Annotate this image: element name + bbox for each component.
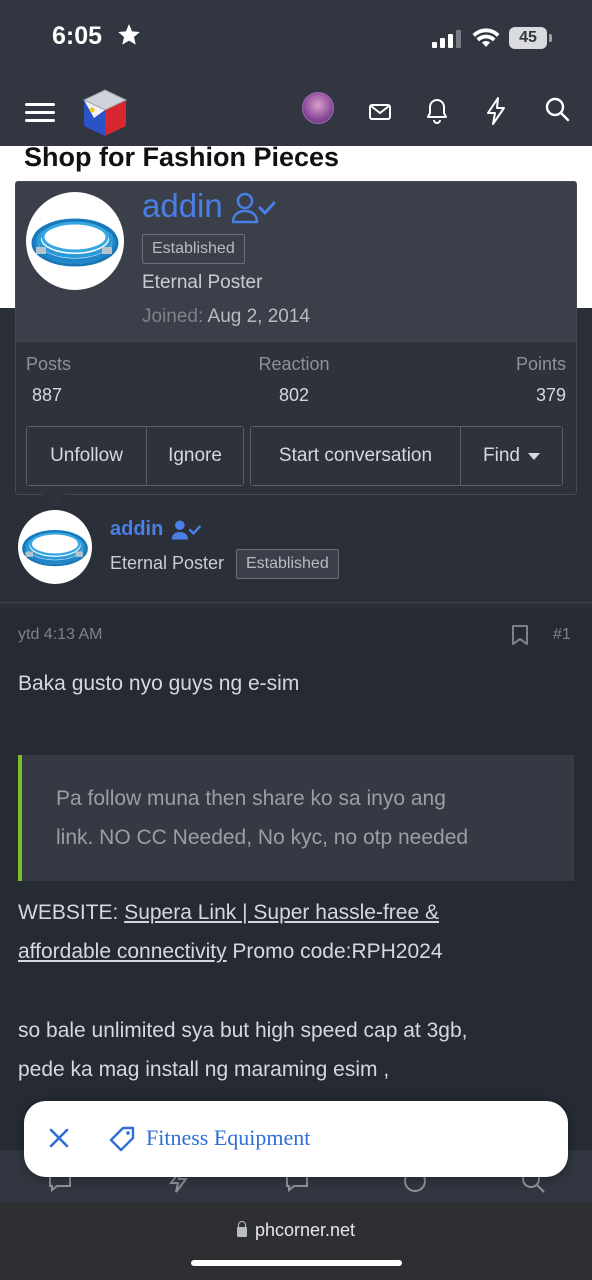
menu-icon[interactable] (24, 78, 56, 146)
quote-line: link. NO CC Needed, No kyc, no otp neede… (56, 826, 469, 849)
stat-points[interactable]: Points 379 (504, 354, 566, 406)
url-display[interactable]: phcorner.net (0, 1220, 592, 1241)
member-avatar[interactable] (26, 192, 124, 290)
browser-address-bar: phcorner.net (0, 1202, 592, 1280)
find-button-label: Find (483, 445, 520, 466)
stat-value: 802 (278, 385, 310, 405)
post-body-line: pede ka mag install ng maraming esim , (18, 1058, 390, 1081)
post-author-title: Eternal Poster (110, 553, 225, 573)
website-paragraph: WEBSITE: Supera Link | Super hassle-free… (18, 893, 578, 971)
website-link[interactable]: Supera Link | Super hassle-free & (124, 901, 439, 924)
site-logo[interactable] (80, 84, 130, 140)
find-button[interactable]: Find (461, 427, 562, 485)
stat-value: 887 (32, 385, 63, 405)
post-body-line: Baka gusto nyo guys ng e-sim (18, 672, 300, 695)
follow-button-group: Unfollow Ignore (26, 426, 244, 486)
ad-suggestion-pill[interactable]: Fitness Equipment (24, 1101, 568, 1177)
unfollow-button[interactable]: Unfollow (27, 427, 147, 485)
website-label: WEBSITE: (18, 901, 125, 924)
joined-label: Joined: (142, 306, 204, 327)
stat-value: 379 (535, 385, 566, 405)
stat-reaction[interactable]: Reaction 802 (256, 354, 332, 406)
stat-posts[interactable]: Posts 887 (26, 354, 71, 406)
joined-date: Aug 2, 2014 (207, 306, 310, 327)
close-icon[interactable] (48, 1127, 70, 1149)
member-joined: Joined: Aug 2, 2014 (142, 306, 310, 328)
post-timestamp[interactable]: ytd 4:13 AM (18, 626, 103, 644)
chevron-down-icon (527, 452, 540, 460)
cable-image (31, 218, 119, 267)
post-number[interactable]: #1 (553, 626, 571, 644)
member-tooltip: addin Established Eternal Poster Joined:… (15, 181, 577, 495)
tooltip-arrow (42, 494, 66, 506)
post-body-line: so bale unlimited sya but high speed cap… (18, 1019, 468, 1042)
bell-icon[interactable] (425, 97, 449, 125)
start-conversation-button[interactable]: Start conversation (251, 427, 461, 485)
site-navbar (0, 78, 592, 146)
member-title: Eternal Poster (142, 272, 263, 293)
quote-line: Pa follow muna then share ko sa inyo ang (56, 787, 446, 810)
stat-label: Posts (26, 354, 72, 374)
lightning-icon[interactable] (484, 96, 508, 126)
bookmark-icon[interactable] (511, 624, 529, 646)
member-badge: Established (142, 234, 245, 264)
website-link-continued[interactable]: affordable connectivity (18, 940, 227, 963)
user-avatar[interactable] (302, 92, 334, 124)
quote-text: Pa follow muna then share ko sa inyo ang… (56, 779, 566, 857)
url-text: phcorner.net (254, 1220, 356, 1240)
status-time: 6:05 (52, 22, 103, 50)
home-indicator[interactable] (191, 1260, 402, 1266)
stat-label: Points (515, 354, 566, 374)
verified-user-icon (171, 520, 201, 540)
cable-image (22, 530, 88, 567)
post-author-badge: Established (236, 549, 339, 579)
battery-tip (549, 34, 552, 42)
post-author-avatar[interactable] (18, 510, 92, 584)
ignore-button[interactable]: Ignore (147, 427, 243, 485)
banner-title[interactable]: Shop for Fashion Pieces (24, 142, 339, 173)
star-icon (118, 24, 140, 45)
action-button-group: Start conversation Find (250, 426, 563, 486)
post-author-name[interactable]: addin (110, 518, 163, 541)
quote-block: Pa follow muna then share ko sa inyo ang… (18, 755, 574, 881)
lock-icon (236, 1221, 247, 1237)
wifi-icon (472, 28, 500, 47)
stat-label: Reaction (258, 354, 330, 374)
cellular-signal-icon (432, 30, 461, 48)
member-username[interactable]: addin (142, 187, 223, 225)
tag-icon (109, 1126, 135, 1152)
divider (0, 602, 592, 603)
search-icon[interactable] (544, 96, 570, 122)
status-bar: 6:05 45 (0, 0, 592, 78)
verified-user-icon (232, 192, 276, 224)
battery-indicator: 45 (509, 27, 547, 49)
promo-code: Promo code:RPH2024 (226, 940, 443, 963)
inbox-icon[interactable] (368, 100, 392, 124)
pill-label[interactable]: Fitness Equipment (146, 1125, 310, 1151)
